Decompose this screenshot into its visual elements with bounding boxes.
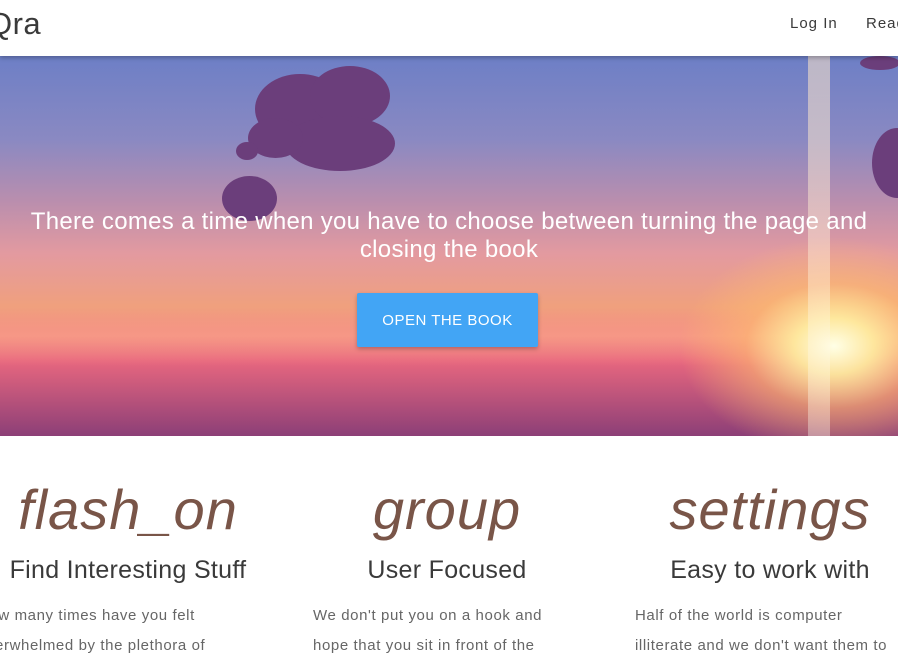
hero-cloud [872,128,898,198]
feature-user-focused: group User Focused We don't put you on a… [297,470,597,661]
flash-on-icon: flash_on [18,478,238,541]
hero-cloud [860,56,898,70]
open-the-book-button[interactable]: OPEN THE BOOK [357,293,538,347]
feature-text-line: hope that you sit in front of the [313,637,535,654]
settings-icon: settings [669,478,871,541]
hero-sun-glow [678,236,898,436]
hero-banner: There comes a time when you have to choo… [0,56,898,436]
feature-text-line: We don't put you on a hook and [313,607,543,624]
nav-link-read[interactable]: Read [866,15,898,32]
feature-find-interesting-stuff: flash_on Find Interesting Stuff How many… [0,470,278,661]
hero-quote: There comes a time when you have to choo… [30,208,868,263]
feature-title: User Focused [367,556,527,584]
feature-title: Easy to work with [670,556,870,584]
brand-logo[interactable]: Qra [0,6,41,42]
feature-text-line: Half of the world is computer [635,607,843,624]
feature-title: Find Interesting Stuff [9,556,247,584]
feature-text-line: How many times have you felt [0,607,195,624]
navbar: Qra Log In Read [0,0,898,56]
hero-cloud [236,142,258,160]
feature-text: How many times have you felt overwhelmed… [0,601,278,661]
feature-easy-to-work-with: settings Easy to work with Half of the w… [620,470,898,661]
feature-text: We don't put you on a hook and hope that… [297,601,597,661]
feature-text: Half of the world is computer illiterate… [620,601,898,661]
feature-text-line: overwhelmed by the plethora of [0,637,206,654]
group-icon: group [372,478,522,541]
feature-text-line: illiterate and we don't want them to [635,637,888,654]
nav-link-login[interactable]: Log In [790,15,838,32]
